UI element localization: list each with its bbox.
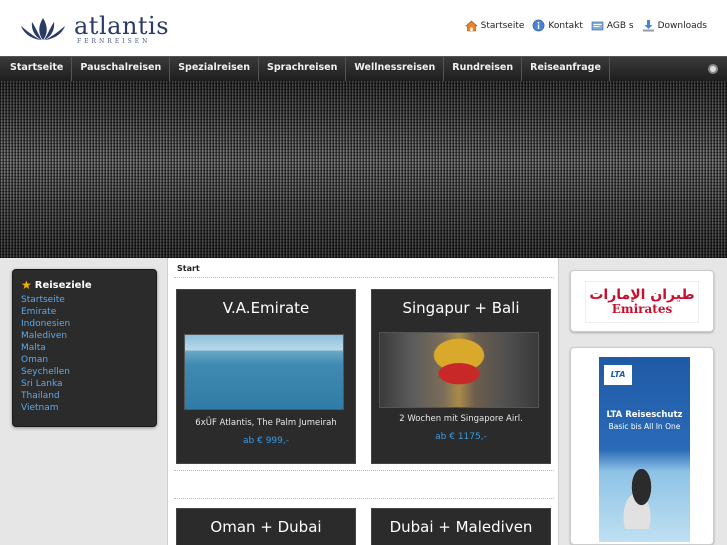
- offer-title[interactable]: Dubai + Malediven: [372, 509, 550, 543]
- toplink-label: Downloads: [657, 20, 707, 31]
- star-icon: ★: [21, 278, 32, 292]
- download-icon: [642, 20, 654, 32]
- nav-item-rundreisen[interactable]: Rundreisen: [444, 57, 523, 81]
- main-navigation: Startseite Pauschalreisen Spezialreisen …: [0, 56, 727, 81]
- lta-ad-banner[interactable]: LTA LTA Reiseschutz Basic bis All In One: [599, 357, 690, 542]
- offer-title[interactable]: V.A.Emirate: [177, 290, 355, 324]
- offer-title[interactable]: Oman + Dubai: [177, 509, 355, 543]
- gear-icon[interactable]: [708, 64, 718, 74]
- document-icon: [591, 21, 604, 31]
- toplink-kontakt[interactable]: Kontakt: [532, 19, 583, 32]
- sidebar-item-indonesien[interactable]: Indonesien: [21, 318, 70, 330]
- toplink-agb[interactable]: AGB s: [591, 19, 634, 32]
- header-banner-image: [0, 81, 727, 258]
- info-icon: [533, 19, 545, 32]
- lta-logo: LTA: [604, 365, 632, 385]
- lotus-logo-icon: [21, 18, 65, 40]
- home-icon: [464, 20, 478, 32]
- divider: [174, 277, 554, 278]
- offer-price: ab € 1175,-: [435, 432, 487, 442]
- divider: [174, 498, 554, 499]
- top-links: Startseite Kontakt AGB s Downloads: [464, 19, 707, 32]
- lta-ad-title: LTA Reiseschutz: [606, 410, 683, 420]
- emirates-logo[interactable]: طيران الإمارات Emirates: [585, 281, 699, 323]
- kitesurfer-image: [619, 469, 664, 529]
- header: atlantis FERNREISEN Startseite Kontakt A…: [0, 0, 727, 56]
- toplink-label: AGB s: [606, 20, 634, 31]
- offer-description: 6xÜF Atlantis, The Palm Jumeirah: [195, 418, 337, 428]
- offer-image-palm-jumeirah[interactable]: [184, 334, 344, 410]
- sidebar-item-malediven[interactable]: Malediven: [21, 330, 70, 342]
- emirates-ad[interactable]: طيران الإمارات Emirates: [570, 270, 714, 332]
- brand-name: atlantis: [74, 12, 170, 40]
- content-area: ★ Reiseziele Startseite Emirate Indonesi…: [0, 258, 727, 545]
- offer-card-emirate[interactable]: V.A.Emirate 6xÜF Atlantis, The Palm Jume…: [176, 289, 356, 464]
- offer-price: ab € 999,-: [243, 436, 289, 446]
- sidebar-item-thailand[interactable]: Thailand: [21, 390, 70, 402]
- sidebar-item-emirate[interactable]: Emirate: [21, 306, 70, 318]
- brand-subtitle: FERNREISEN: [77, 38, 151, 45]
- offer-card-oman-dubai[interactable]: Oman + Dubai: [176, 508, 356, 545]
- destinations-sidebar: ★ Reiseziele Startseite Emirate Indonesi…: [12, 269, 157, 427]
- sidebar-item-startseite[interactable]: Startseite: [21, 294, 70, 306]
- nav-item-pauschalreisen[interactable]: Pauschalreisen: [72, 57, 171, 81]
- nav-item-sprachreisen[interactable]: Sprachreisen: [259, 57, 347, 81]
- toplink-label: Kontakt: [548, 20, 583, 31]
- toplink-label: Startseite: [480, 20, 525, 31]
- toplink-startseite[interactable]: Startseite: [464, 19, 525, 32]
- sidebar-item-seychellen[interactable]: Seychellen: [21, 366, 70, 378]
- offer-card-singapur-bali[interactable]: Singapur + Bali 2 Wochen mit Singapore A…: [371, 289, 551, 464]
- main-content: Start V.A.Emirate 6xÜF Atlantis, The Pal…: [167, 258, 559, 545]
- site-logo[interactable]: atlantis FERNREISEN: [18, 12, 170, 46]
- sidebar-title-text: Reiseziele: [34, 279, 92, 291]
- nav-item-reiseanfrage[interactable]: Reiseanfrage: [522, 57, 610, 81]
- toplink-downloads[interactable]: Downloads: [642, 19, 707, 32]
- emirates-wordmark: Emirates: [611, 302, 673, 316]
- sidebar-item-oman[interactable]: Oman: [21, 354, 70, 366]
- offer-description: 2 Wochen mit Singapore Airl.: [399, 414, 523, 424]
- breadcrumb[interactable]: Start: [177, 264, 200, 273]
- nav-item-spezialreisen[interactable]: Spezialreisen: [170, 57, 259, 81]
- sidebar-item-sri-lanka[interactable]: Sri Lanka: [21, 378, 70, 390]
- emirates-arabic-logotype: طيران الإمارات: [589, 287, 695, 303]
- sidebar-title: ★ Reiseziele: [21, 278, 92, 292]
- nav-item-wellnessreisen[interactable]: Wellnessreisen: [346, 57, 445, 81]
- divider: [174, 470, 554, 471]
- lta-ad-subtitle: Basic bis All In One: [608, 422, 681, 431]
- offer-image-bali-mask[interactable]: [379, 332, 539, 408]
- offer-card-dubai-malediven[interactable]: Dubai + Malediven: [371, 508, 551, 545]
- lta-insurance-ad[interactable]: LTA LTA Reiseschutz Basic bis All In One: [570, 347, 714, 545]
- nav-item-startseite[interactable]: Startseite: [0, 57, 73, 81]
- sidebar-item-vietnam[interactable]: Vietnam: [21, 402, 70, 414]
- sidebar-item-malta[interactable]: Malta: [21, 342, 70, 354]
- offer-title[interactable]: Singapur + Bali: [372, 290, 550, 324]
